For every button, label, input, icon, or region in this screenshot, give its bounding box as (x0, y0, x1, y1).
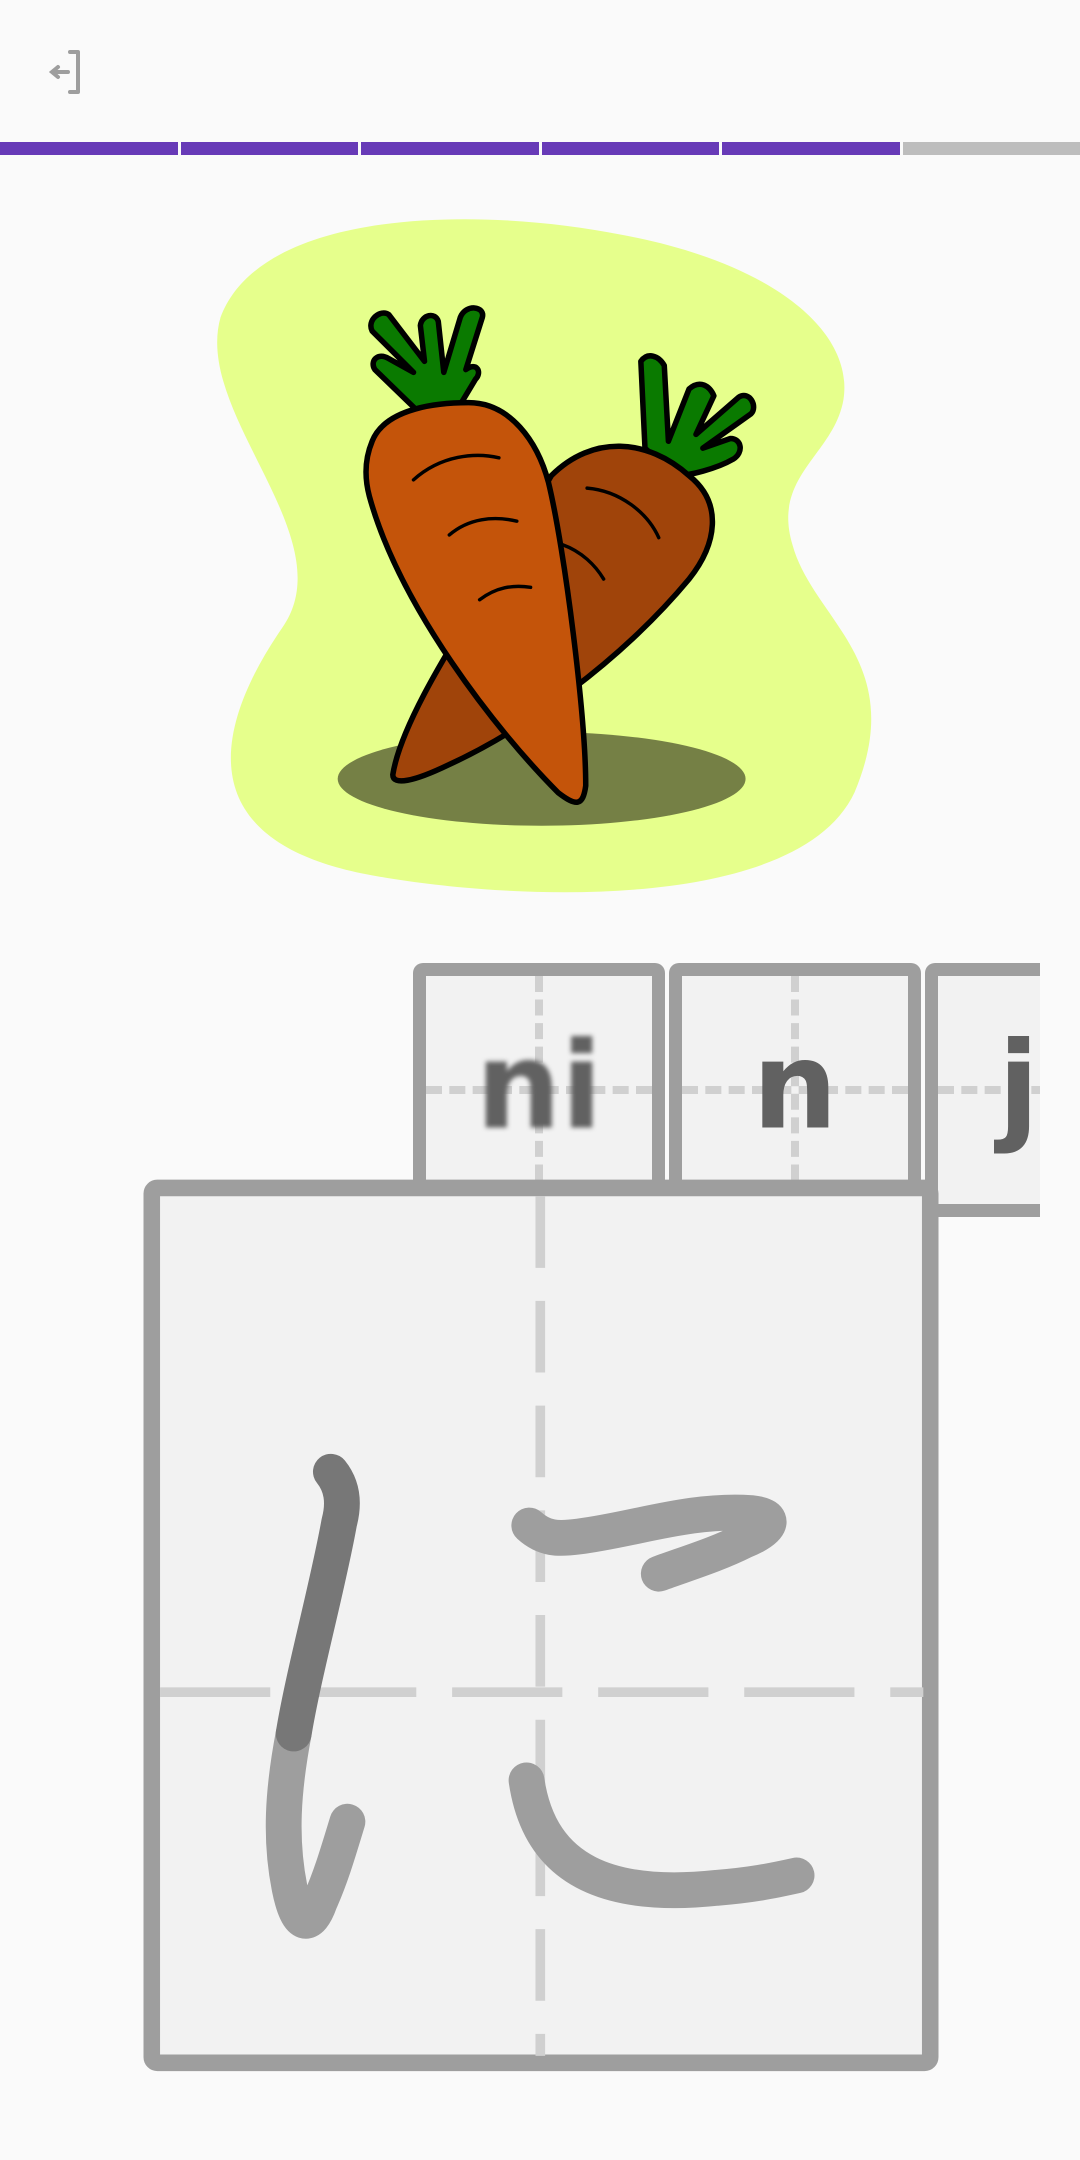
progress-segment (180, 142, 358, 155)
answer-label: j (998, 1017, 1040, 1157)
answer-label: n (752, 1017, 838, 1157)
exit-icon[interactable] (40, 40, 104, 104)
progress-segment (0, 142, 178, 155)
progress-segment (902, 142, 1080, 155)
handwriting-drawing-pad[interactable] (138, 1178, 944, 2081)
progress-segment (722, 142, 900, 155)
answer-label: ni (475, 1017, 603, 1157)
lesson-progress-bar (0, 142, 1080, 155)
progress-segment (361, 142, 539, 155)
progress-segment (541, 142, 719, 155)
carrot-illustration (217, 219, 872, 893)
